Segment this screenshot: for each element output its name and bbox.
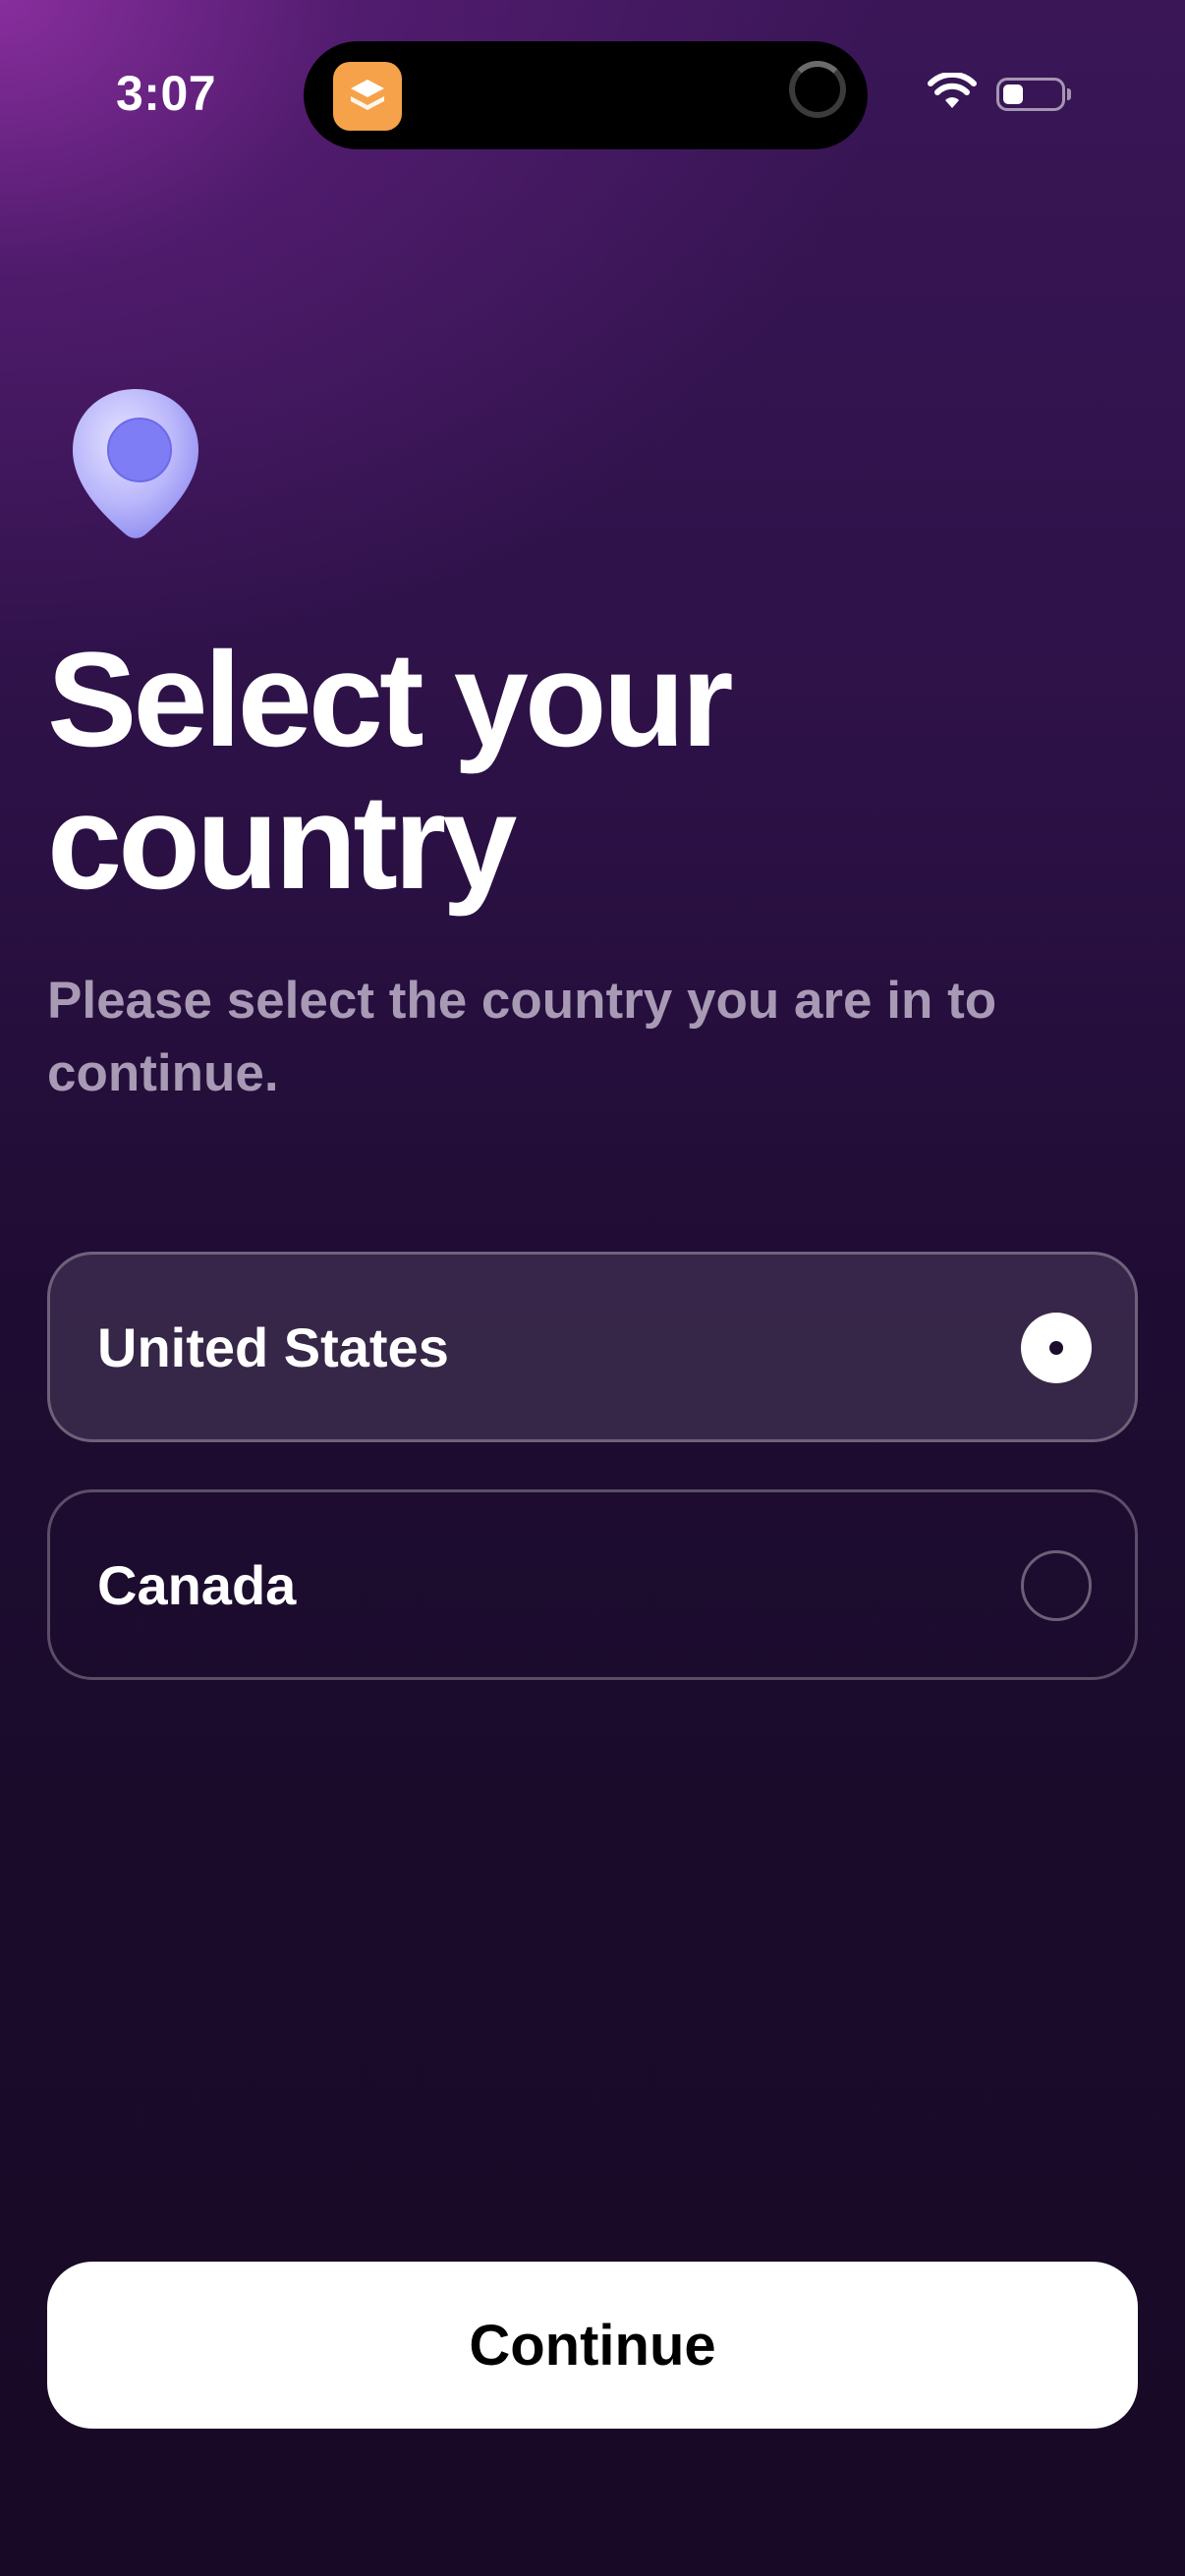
location-pin-icon: [69, 385, 202, 547]
battery-cap: [1067, 88, 1071, 100]
status-time: 3:07: [116, 66, 217, 121]
page-title: Select your country: [47, 629, 1128, 914]
radio-unselected-icon[interactable]: [1021, 1550, 1092, 1621]
title-line-2: country: [47, 767, 517, 918]
page-subtitle: Please select the country you are in to …: [47, 972, 997, 1102]
title-line-1: Select your: [47, 625, 734, 775]
country-option-label: United States: [97, 1316, 449, 1378]
radio-selected-icon[interactable]: [1021, 1313, 1092, 1383]
country-option-canada[interactable]: Canada: [47, 1489, 1138, 1680]
country-option-united-states[interactable]: United States: [47, 1252, 1138, 1442]
battery-icon: [996, 78, 1065, 111]
country-option-label: Canada: [97, 1553, 297, 1616]
continue-button[interactable]: Continue: [47, 2262, 1138, 2429]
activity-ring-icon: [789, 61, 846, 118]
country-selection-screen: 3:07 Select your country Please select t…: [0, 0, 1185, 2576]
wifi-icon: [928, 71, 977, 115]
dynamic-island[interactable]: [304, 41, 868, 149]
battery-level: [1003, 84, 1023, 104]
layers-stack-icon[interactable]: [333, 62, 402, 131]
